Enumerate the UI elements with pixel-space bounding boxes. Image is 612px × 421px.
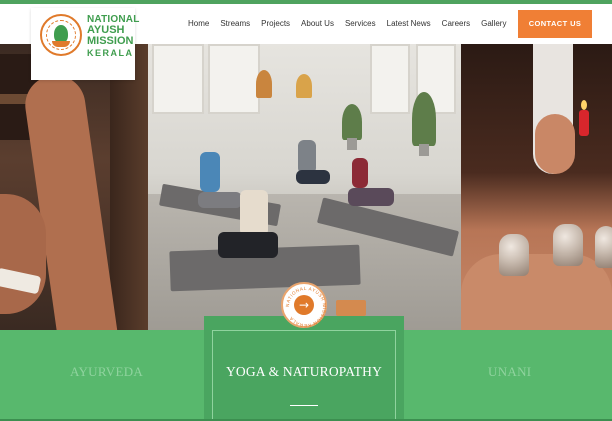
logo-line-4: KERALA <box>87 48 134 58</box>
contact-us-button[interactable]: CONTACT US <box>518 10 592 38</box>
nav-item-about-us[interactable]: About Us <box>301 17 334 33</box>
cupping-therapy-image[interactable] <box>461 44 612 330</box>
nav-item-streams[interactable]: Streams <box>220 17 250 33</box>
stream-ayurveda-link[interactable]: AYURVEDA <box>70 364 143 380</box>
nav-item-gallery[interactable]: Gallery <box>481 17 506 33</box>
ayush-badge[interactable]: NATIONAL AYUSH MISSION KERALA → <box>281 282 327 328</box>
nav-item-latest-news[interactable]: Latest News <box>387 17 431 33</box>
nav-item-home[interactable]: Home <box>188 17 209 33</box>
logo-wordmark: NATIONAL AYUSH MISSION KERALA <box>87 14 139 59</box>
ayush-emblem-icon <box>40 14 82 56</box>
stream-yoga-naturopathy-card[interactable]: YOGA & NATUROPATHY <box>204 316 404 421</box>
page: Home Streams Projects About Us Services … <box>0 0 612 421</box>
arrow-right-icon[interactable]: → <box>294 295 314 315</box>
stream-active-label: YOGA & NATUROPATHY <box>225 364 383 379</box>
ayurveda-therapy-image[interactable] <box>0 44 148 330</box>
nav-item-careers[interactable]: Careers <box>442 17 470 33</box>
main-nav: Home Streams Projects About Us Services … <box>188 17 517 33</box>
logo-line-3: MISSION <box>87 35 134 47</box>
nav-item-services[interactable]: Services <box>345 17 376 33</box>
site-logo[interactable]: NATIONAL AYUSH MISSION KERALA <box>31 8 139 80</box>
stream-unani-link[interactable]: UNANI <box>488 364 531 380</box>
nav-item-projects[interactable]: Projects <box>261 17 290 33</box>
active-underline <box>290 405 318 406</box>
